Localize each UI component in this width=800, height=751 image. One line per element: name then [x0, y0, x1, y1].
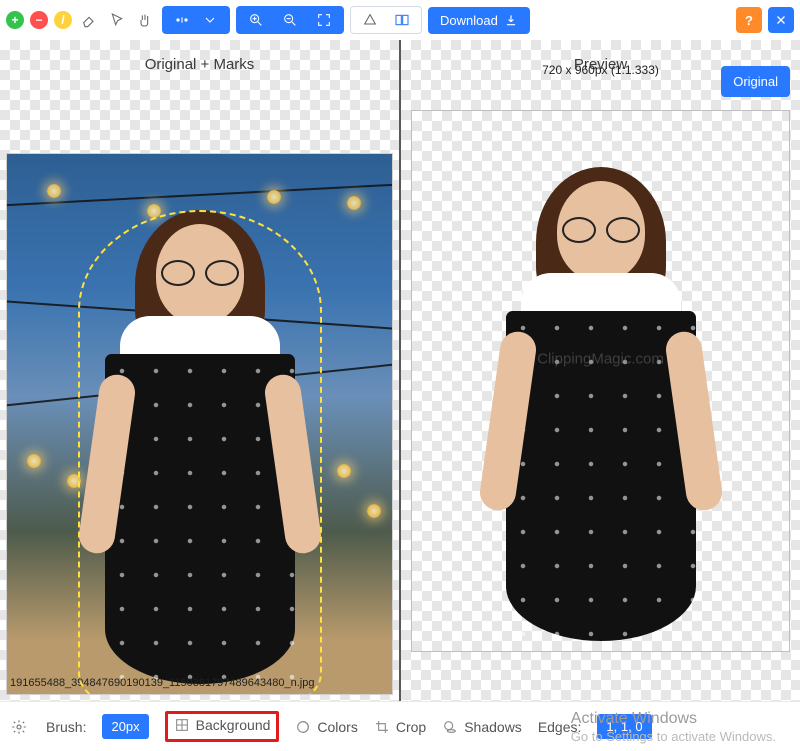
original-pane-title: Original + Marks — [0, 40, 399, 83]
shadows-label: Shadows — [464, 719, 522, 735]
background-label: Background — [196, 717, 271, 733]
view-mode-dropdown[interactable] — [162, 6, 230, 34]
view-mode-icon — [171, 9, 193, 31]
watermark: ClippingMagic.com — [537, 351, 664, 368]
pointer-tool[interactable] — [106, 9, 128, 31]
workspace: Original + Marks — [0, 40, 800, 701]
brush-size-value[interactable]: 20px — [102, 714, 148, 739]
hair-tool[interactable]: / — [54, 11, 72, 29]
zoom-group — [236, 6, 344, 34]
edges-label: Edges: — [538, 719, 582, 735]
colors-button[interactable]: Colors — [295, 719, 357, 735]
shadows-button[interactable]: Shadows — [442, 719, 522, 735]
split-view-icon[interactable] — [391, 9, 413, 31]
close-button[interactable] — [768, 7, 794, 33]
subject-person-preview — [496, 181, 706, 641]
edges-value[interactable]: 1, 1, 0 — [597, 714, 651, 739]
crop-button[interactable]: Crop — [374, 719, 426, 735]
preview-pane: Preview Original ClippingMagic.com 720 x… — [401, 40, 800, 701]
dimensions-caption: 720 x 960px (1:1.333) — [401, 63, 800, 77]
shadows-icon — [442, 719, 458, 735]
close-icon — [774, 13, 788, 27]
original-image[interactable] — [6, 153, 393, 695]
chevron-down-icon — [199, 9, 221, 31]
download-label: Download — [440, 13, 498, 28]
gear-icon[interactable] — [8, 716, 30, 738]
colors-label: Colors — [317, 719, 357, 735]
brush-label: Brush: — [46, 719, 86, 735]
original-pane: Original + Marks — [0, 40, 401, 701]
top-toolbar: + − / Download — [0, 0, 800, 40]
compare-group — [350, 6, 422, 34]
triangle-icon[interactable] — [359, 9, 381, 31]
background-icon — [174, 717, 190, 733]
eraser-tool[interactable] — [78, 9, 100, 31]
download-button[interactable]: Download — [428, 7, 530, 34]
crop-label: Crop — [396, 719, 426, 735]
subject-person — [95, 224, 305, 684]
keep-marker-tool[interactable]: + — [6, 11, 24, 29]
zoom-in-icon[interactable] — [245, 9, 267, 31]
pan-tool[interactable] — [134, 9, 156, 31]
download-icon — [504, 13, 518, 27]
help-button[interactable]: ? — [736, 7, 762, 33]
preview-image[interactable]: ClippingMagic.com — [411, 110, 790, 652]
background-button-highlight: Background — [165, 711, 280, 742]
background-button[interactable]: Background — [174, 717, 271, 733]
crop-icon — [374, 719, 390, 735]
filename-caption: 191655488_394847690190139_11503817974896… — [10, 677, 314, 689]
remove-marker-tool[interactable]: − — [30, 11, 48, 29]
fit-screen-icon[interactable] — [313, 9, 335, 31]
colors-icon — [295, 719, 311, 735]
zoom-out-icon[interactable] — [279, 9, 301, 31]
bottom-toolbar: Brush: 20px Background Colors Crop Shado… — [0, 701, 800, 751]
